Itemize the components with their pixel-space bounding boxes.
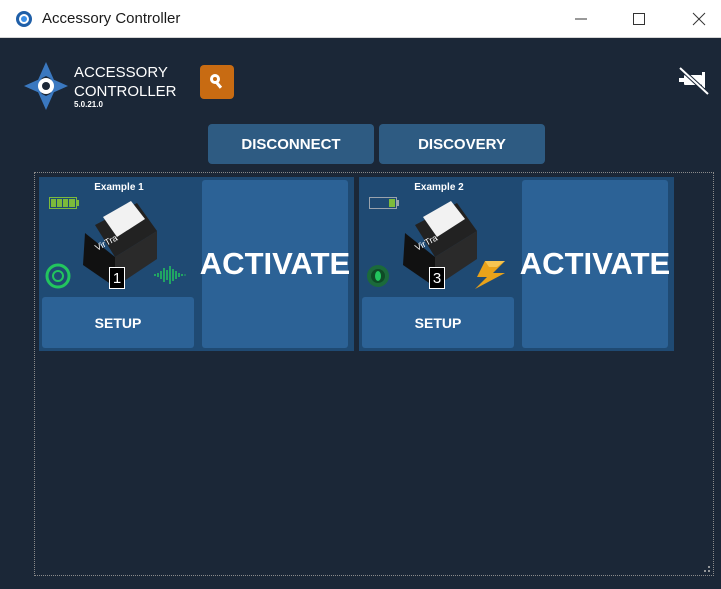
activate-button[interactable]: ACTIVATE	[200, 180, 350, 348]
close-icon	[692, 12, 706, 26]
app-icon	[16, 11, 32, 27]
logo-line1: ACCESSORY	[74, 64, 168, 81]
device-name: Example 2	[414, 182, 464, 193]
minimize-icon	[575, 18, 587, 20]
signal-waveform-icon	[154, 266, 186, 284]
minimize-button[interactable]	[558, 0, 604, 38]
logo-wordmark: ACCESSORY CONTROLLER	[74, 63, 177, 101]
maximize-icon	[633, 13, 645, 25]
maximize-button[interactable]	[616, 0, 662, 38]
unit-number: 3	[429, 267, 445, 289]
logo-line2: CONTROLLER	[74, 83, 177, 100]
device-info: Example 1 VirTra 1	[41, 179, 197, 295]
device-name: Example 1	[94, 182, 144, 193]
key-icon	[210, 74, 223, 89]
activate-button[interactable]: ACTIVATE	[520, 180, 670, 348]
unpin-icon[interactable]	[676, 66, 712, 96]
status-dot-icon	[367, 265, 389, 287]
charging-bolt-icon	[475, 261, 505, 289]
close-button[interactable]	[676, 0, 721, 38]
window-titlebar: Accessory Controller	[0, 0, 721, 38]
device-info: Example 2 VirTra 3	[361, 179, 517, 295]
version-label: 5.0.21.0	[74, 100, 103, 109]
device-card-1: Example 1 VirTra 1 SETUP ACTIVATE	[39, 177, 354, 351]
disconnect-button[interactable]: DISCONNECT	[208, 124, 374, 164]
unit-number: 1	[109, 267, 125, 289]
device-card-2: Example 2 VirTra 3 SETUP ACTIVATE	[359, 177, 674, 351]
resize-grip-icon[interactable]	[703, 565, 711, 573]
setup-button[interactable]: SETUP	[362, 297, 514, 348]
discovery-button[interactable]: DISCOVERY	[379, 124, 545, 164]
app-logo-icon	[24, 62, 68, 110]
key-button[interactable]	[200, 65, 234, 99]
status-ring-icon	[45, 263, 71, 289]
window-title: Accessory Controller	[42, 10, 181, 27]
setup-button[interactable]: SETUP	[42, 297, 194, 348]
